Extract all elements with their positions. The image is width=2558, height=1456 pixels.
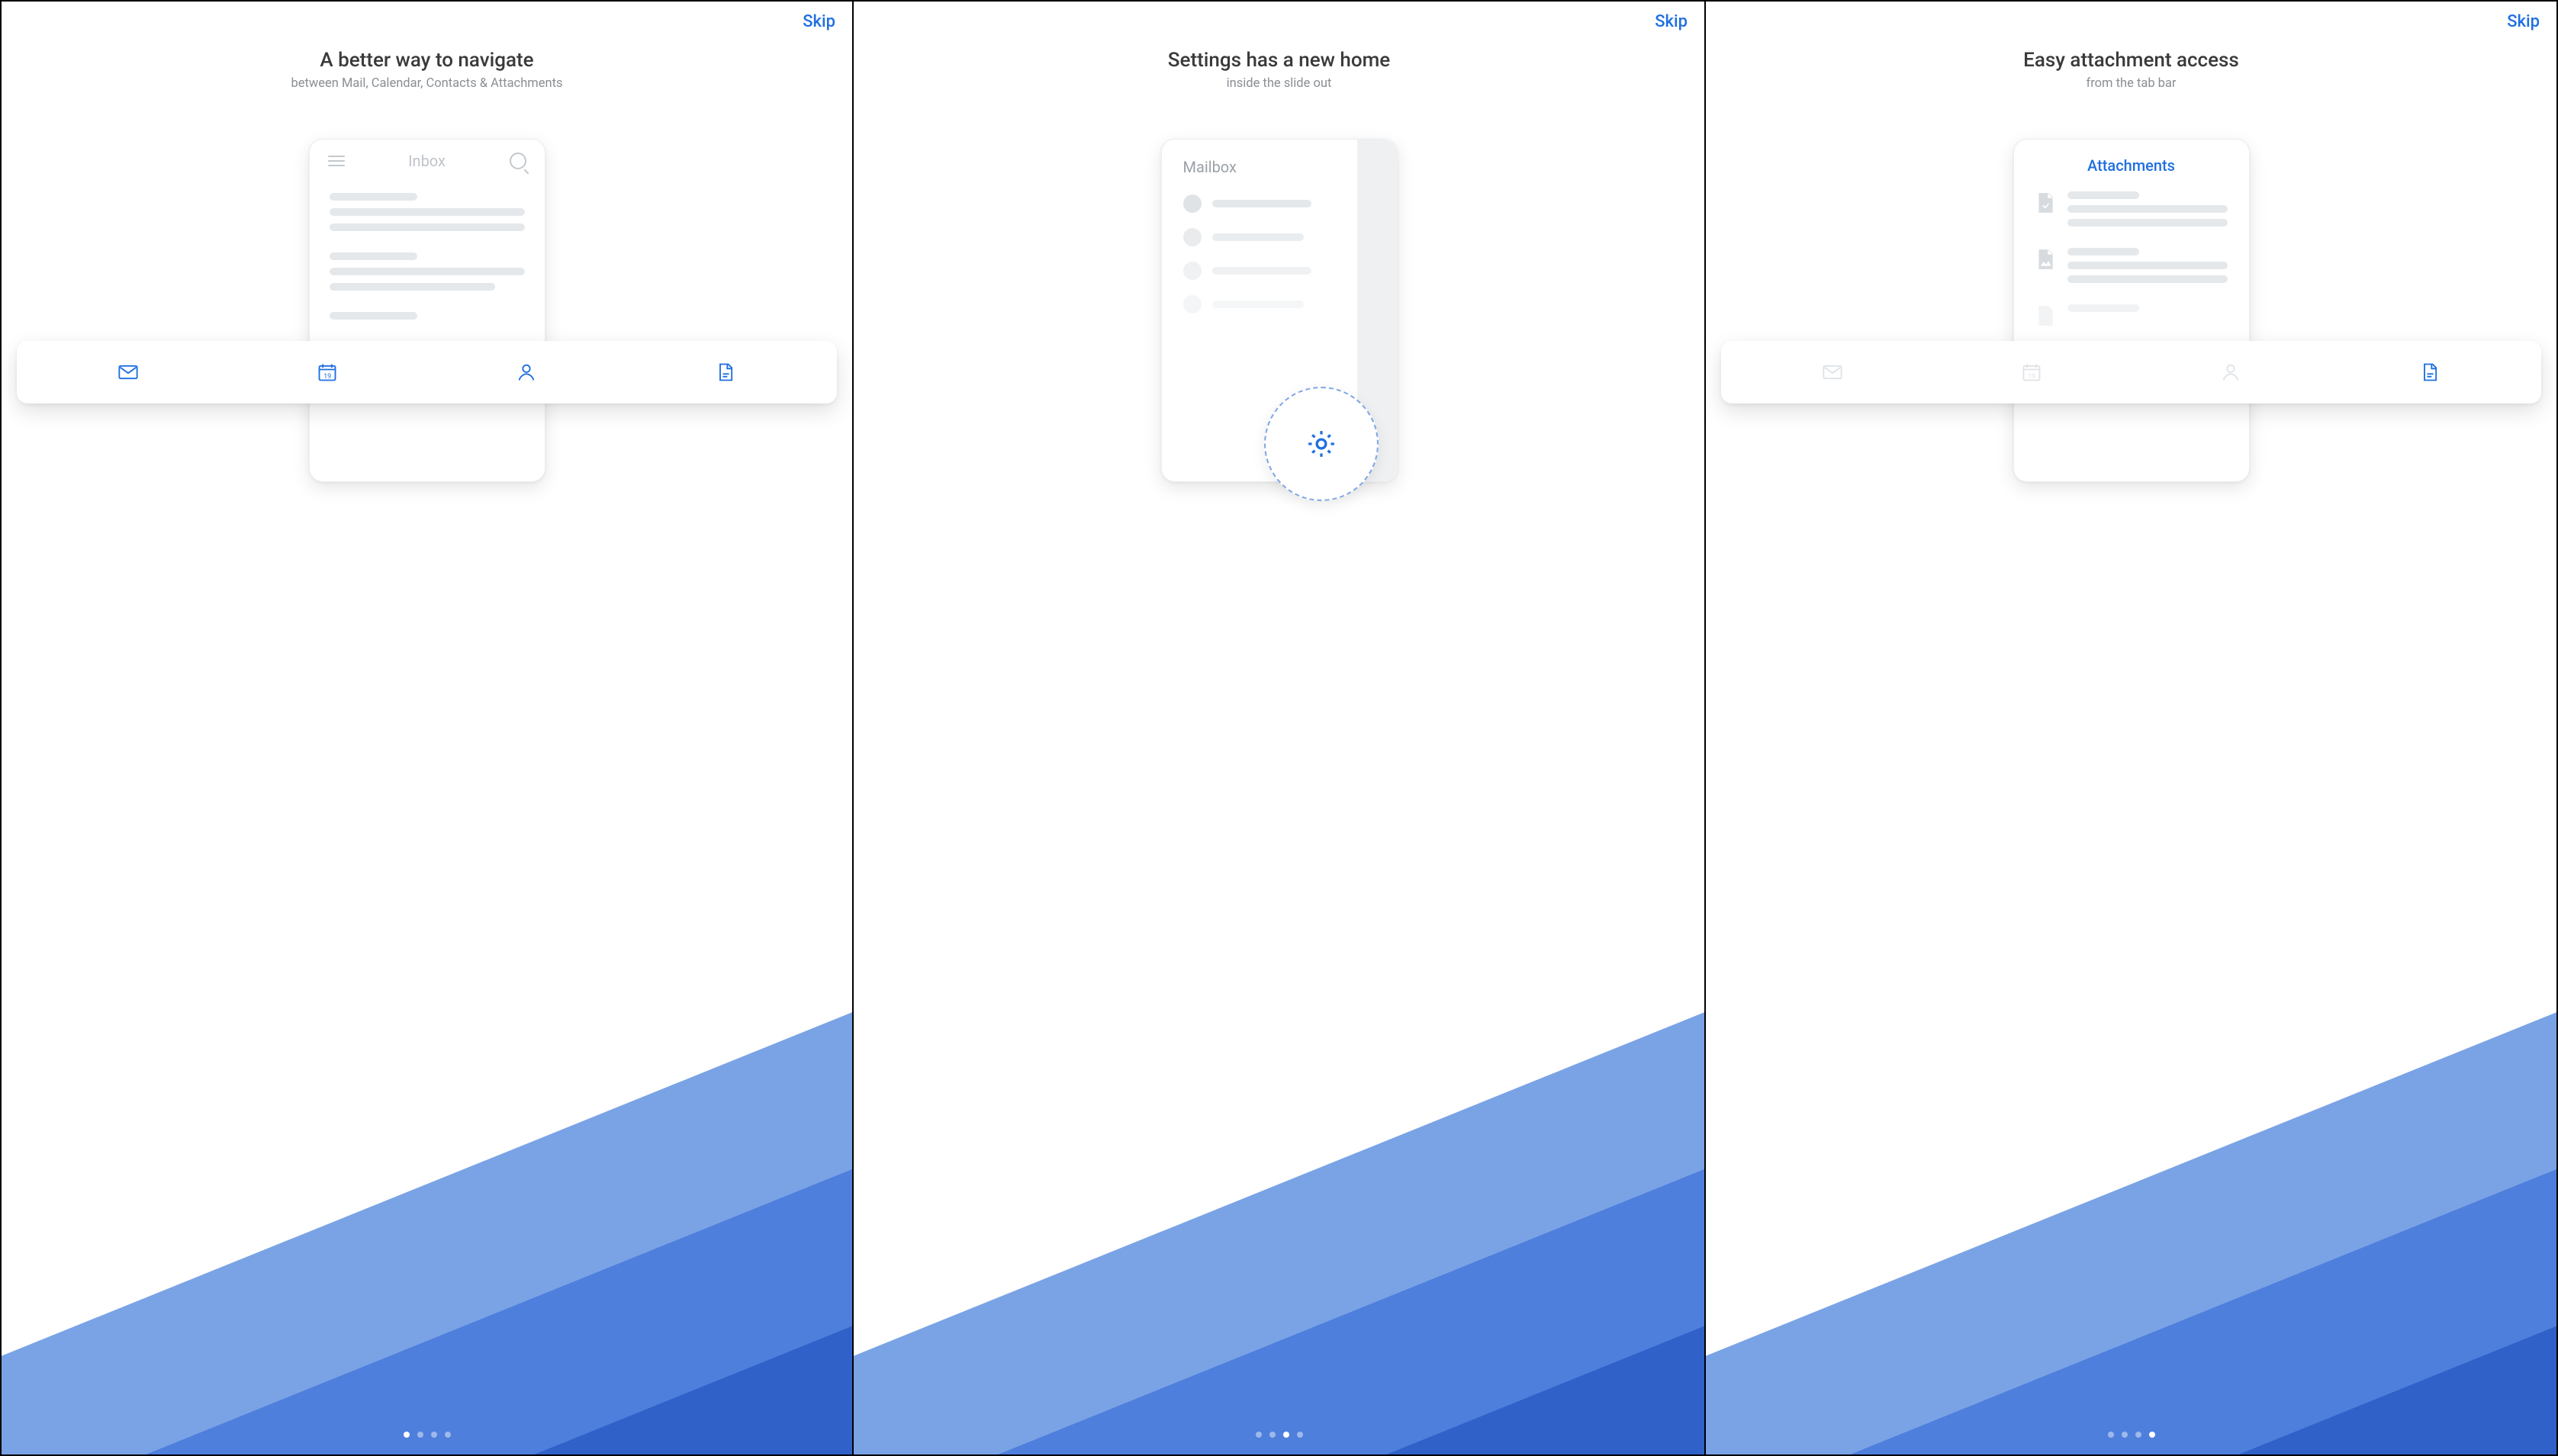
file-icon[interactable] [715, 362, 736, 383]
file-icon[interactable] [2419, 362, 2441, 383]
calendar-day: 19 [317, 373, 338, 381]
pdf-icon [2035, 191, 2055, 214]
skip-button[interactable]: Skip [1655, 12, 1688, 31]
tab-bar: 19 [17, 341, 837, 403]
enter-secure-mail-button[interactable]: Enter Secure Mail [2052, 513, 2210, 553]
calendar-icon[interactable]: 19 [317, 362, 338, 383]
page-dot [417, 1432, 423, 1438]
page-dot [431, 1432, 437, 1438]
page-dot [2108, 1432, 2114, 1438]
screen-title: Settings has a new home [869, 49, 1689, 72]
image-file-icon [2035, 248, 2055, 271]
skip-button[interactable]: Skip [2507, 12, 2540, 31]
screen-subtitle: between Mail, Calendar, Contacts & Attac… [17, 76, 837, 91]
file-icon [2035, 304, 2055, 327]
onboarding-screen-2: Skip Settings has a new home inside the … [854, 2, 1706, 1454]
page-dot [1256, 1432, 1262, 1438]
page-dot [2149, 1432, 2155, 1438]
calendar-day: 19 [2021, 373, 2042, 381]
tab-bar: 19 [1721, 341, 2541, 403]
screen-title: A better way to navigate [17, 49, 837, 72]
onboarding-screen-3: Skip Easy attachment access from the tab… [1706, 2, 2556, 1454]
page-dot [2135, 1432, 2141, 1438]
onboarding-screen-1: Skip A better way to navigate between Ma… [2, 2, 854, 1454]
illustration-card: Attachments [2013, 139, 2250, 482]
page-indicator [2108, 1432, 2155, 1438]
list-item [2014, 184, 2249, 240]
gear-icon [1305, 427, 1338, 461]
screen-subtitle: from the tab bar [1721, 76, 2541, 91]
skip-button[interactable]: Skip [803, 12, 835, 31]
skeleton-content [310, 176, 545, 344]
page-dot [1297, 1432, 1303, 1438]
illustration-card: Inbox [309, 139, 545, 482]
screen-title: Easy attachment access [1721, 49, 2541, 72]
page-dot [445, 1432, 451, 1438]
hamburger-icon [328, 156, 345, 166]
card-header-title: Attachments [2014, 140, 2249, 184]
page-dot [404, 1432, 410, 1438]
heading: A better way to navigate between Mail, C… [2, 49, 852, 91]
card-header-title: Inbox [345, 152, 510, 170]
page-dot [1283, 1432, 1289, 1438]
page-dot [1269, 1432, 1276, 1438]
mail-icon[interactable] [1822, 362, 1843, 383]
page-dot [2122, 1432, 2128, 1438]
calendar-icon[interactable]: 19 [2021, 362, 2042, 383]
mail-icon[interactable] [117, 362, 139, 383]
heading: Easy attachment access from the tab bar [1706, 49, 2556, 91]
list-item [2014, 240, 2249, 297]
person-icon[interactable] [2220, 362, 2241, 383]
settings-highlight[interactable] [1264, 387, 1379, 501]
list-item [2014, 297, 2249, 335]
page-indicator [404, 1432, 451, 1438]
person-icon[interactable] [516, 362, 537, 383]
screen-subtitle: inside the slide out [869, 76, 1689, 91]
heading: Settings has a new home inside the slide… [854, 49, 1704, 91]
page-indicator [1256, 1432, 1303, 1438]
search-icon [510, 153, 526, 169]
